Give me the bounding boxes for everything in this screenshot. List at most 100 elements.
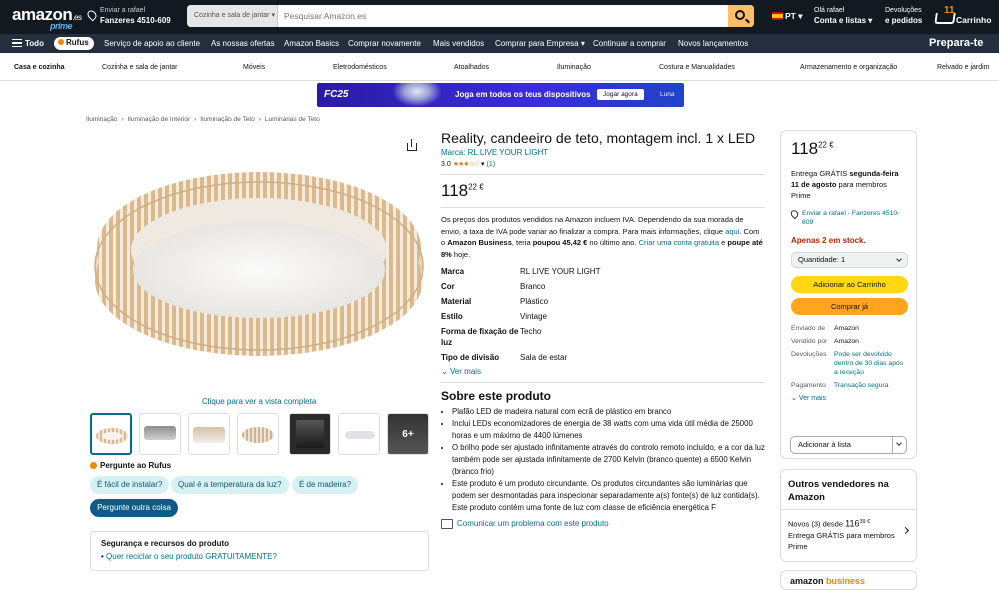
category-link[interactable]: Cozinha e sala de jantar: [102, 64, 178, 71]
nav-item[interactable]: Mais vendidos: [433, 39, 484, 48]
add-to-list-button[interactable]: Adicionar à lista: [790, 436, 907, 454]
rufus-icon: [90, 462, 97, 469]
category-link[interactable]: Costura e Manualidades: [659, 64, 735, 71]
cart-button[interactable]: 11 Carrinho: [931, 5, 992, 27]
thumbnail[interactable]: [289, 413, 331, 455]
thumbnail[interactable]: [237, 413, 279, 455]
create-business-account-link[interactable]: Criar uma conta gratuita: [639, 238, 719, 247]
price: 11822 €: [441, 181, 484, 200]
category-link[interactable]: Móveis: [243, 64, 265, 71]
quantity-select[interactable]: Quantidade: 1: [791, 252, 908, 268]
category-link[interactable]: Eletrodomésticos: [333, 64, 387, 71]
orders-line2: e pedidos: [885, 16, 923, 25]
breadcrumb-link[interactable]: Luminárias de Teto: [265, 116, 320, 123]
category-link[interactable]: Iluminação: [557, 64, 591, 71]
brand-link[interactable]: Marca: RL LIVE YOUR LIGHT: [441, 148, 765, 157]
rufus-button[interactable]: Rufus: [54, 37, 94, 50]
recycle-link[interactable]: Quer reciclar o seu produto GRATUITAMENT…: [106, 552, 277, 561]
banner-text: Joga em todos os teus dispositivos: [455, 90, 591, 99]
spec-row: Material Plástico: [441, 297, 549, 306]
rufus-question-chip[interactable]: É de madeira?: [292, 476, 359, 494]
thumbnail[interactable]: [139, 413, 181, 455]
nav-item[interactable]: As nossas ofertas: [211, 39, 275, 48]
breadcrumb-link[interactable]: Iluminação de Teto: [200, 116, 254, 123]
returns-link[interactable]: Pode ser devolvido dentro de 30 dias apó…: [834, 350, 906, 377]
other-sellers-box[interactable]: Outros vendedores na Amazon Novos (3) de…: [780, 469, 917, 562]
vat-info-link[interactable]: aqui: [725, 227, 739, 236]
cart-label: Carrinho: [956, 15, 992, 25]
buy-box: 11822 € Entrega GRÁTIS segunda-feira 11 …: [780, 130, 917, 459]
buy-now-button[interactable]: Comprar já: [791, 298, 908, 315]
all-menu-button[interactable]: Todo: [12, 39, 44, 48]
nav-item[interactable]: Amazon Basics: [284, 39, 339, 48]
amazon-logo[interactable]: amazon.es prime: [12, 5, 82, 31]
payment-link[interactable]: Transação segura: [834, 381, 906, 390]
nav-item[interactable]: Serviço de apoio ao cliente: [104, 39, 200, 48]
ask-rufus-button[interactable]: Pergunte outra coisa: [90, 499, 178, 517]
amazon-business-box[interactable]: amazon business: [780, 570, 917, 590]
report-problem-link[interactable]: Comunicar um problema com este produto: [441, 519, 765, 529]
banner-logo: FC25: [324, 89, 349, 100]
divider: [441, 382, 765, 383]
search-input[interactable]: [279, 5, 722, 27]
about-title: Sobre este produto: [441, 389, 552, 403]
nav-item-business[interactable]: Comprar para Empresa ▾: [495, 39, 585, 48]
spec-table: Marca RL LIVE YOUR LIGHT Cor Branco Materi…: [441, 266, 765, 363]
chevron-right-icon: [901, 526, 910, 535]
breadcrumb-link[interactable]: Iluminação: [86, 116, 117, 123]
main-nav: Todo Rufus Serviço de apoio ao cliente A…: [0, 34, 999, 53]
category-link[interactable]: Armazenamento e organização: [800, 64, 897, 71]
ad-banner[interactable]: FC25 Joga em todos os teus dispositivos …: [317, 83, 684, 107]
search-button[interactable]: [728, 5, 754, 27]
divider: [441, 174, 765, 175]
nav-item[interactable]: Novos lançamentos: [678, 39, 748, 48]
thumbnail-image: [296, 420, 324, 448]
chevron-down-icon[interactable]: [892, 437, 906, 453]
bullet: Plafão LED de madeira natural com ecrã d…: [452, 406, 765, 418]
buybox-see-more[interactable]: ⌄ Ver mais: [791, 394, 906, 402]
category-link[interactable]: Casa e cozinha: [14, 64, 65, 71]
thumbnail[interactable]: [188, 413, 230, 455]
thumbnail[interactable]: [338, 413, 380, 455]
add-to-cart-button[interactable]: Adicionar ao Carrinho: [791, 276, 908, 293]
delivery-location[interactable]: Enviar a rafael - Fanzeres 4510-609: [791, 209, 906, 227]
language-selector[interactable]: PT ▾: [772, 11, 803, 22]
other-sellers-offer[interactable]: Novos (3) desde 11639 € Entrega GRÁTIS p…: [781, 510, 916, 559]
promo-link[interactable]: Prepara-te: [929, 37, 983, 49]
rufus-icon: [58, 39, 64, 45]
account-menu[interactable]: Olá rafael Conta e listas ▾: [814, 6, 872, 26]
banner-brand: Luna: [660, 91, 675, 98]
stock-status: Apenas 2 em stock.: [791, 236, 866, 245]
full-view-link[interactable]: Clique para ver a vista completa: [202, 397, 316, 406]
breadcrumb-sep: ›: [194, 116, 197, 123]
rufus-question-chip[interactable]: Qual é a temperatura da luz?: [171, 476, 289, 494]
product-info: Reality, candeeiro de teto, montagem inc…: [441, 130, 765, 529]
nav-item[interactable]: Continuar a comprar: [593, 39, 666, 48]
orders-link[interactable]: Devoluções e pedidos: [885, 6, 922, 26]
breadcrumb-link[interactable]: Iluminação de Interior: [128, 116, 191, 123]
review-count[interactable]: (1): [486, 161, 495, 168]
safety-title: Segurança e recursos do produto: [101, 539, 230, 548]
category-link[interactable]: Relvado e jardim: [937, 64, 990, 71]
search-category-select[interactable]: Cozinha e sala de jantar ▾: [187, 5, 278, 27]
nav-item[interactable]: Comprar novamente: [348, 39, 421, 48]
seller-info: Enviado de Amazon Vendido por Amazon Devol…: [791, 324, 906, 390]
spec-row: Tipo de divisão Sala de estar: [441, 353, 568, 362]
category-link[interactable]: Atoalhados: [454, 64, 489, 71]
thumbnail-more[interactable]: 6+: [387, 413, 429, 455]
cart-icon: [934, 13, 956, 24]
seller-row: Vendido por Amazon: [791, 338, 859, 345]
spec-row: Estilo Vintage: [441, 312, 547, 321]
thumbnail-image: [345, 431, 375, 439]
thumbnail-image: [193, 427, 225, 443]
product-main-image[interactable]: [88, 150, 431, 372]
rating-row[interactable]: 3.0 ★★★☆☆ ▾ (1): [441, 160, 765, 168]
vat-notice: Os preços dos produtos vendidos na Amazo…: [441, 215, 763, 259]
banner-cta-button[interactable]: Jogar agora: [597, 89, 644, 100]
deliver-to[interactable]: Enviar a rafael Fanzeres 4510-609: [85, 6, 171, 26]
deliver-line1: Enviar a rafael: [100, 7, 146, 14]
see-more-specs[interactable]: ⌄ Ver mais: [441, 367, 765, 376]
other-sellers-title: Outros vendedores na Amazon: [781, 470, 916, 510]
rufus-question-chip[interactable]: É fácil de instalar?: [90, 476, 170, 494]
thumbnail[interactable]: [90, 413, 132, 455]
